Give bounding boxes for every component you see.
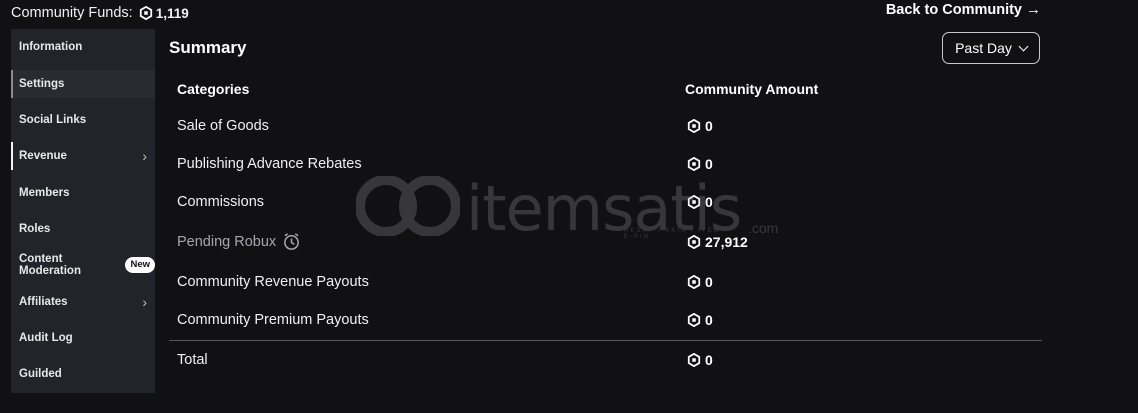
chevron-right-icon: › — [142, 294, 147, 310]
sidebar-item-revenue[interactable]: Revenue › — [11, 142, 155, 170]
robux-icon — [139, 6, 153, 20]
page-title: Summary — [169, 38, 247, 57]
sidebar-item-label: Guilded — [19, 368, 62, 380]
column-header-categories: Categories — [177, 81, 250, 97]
watermark-suffix: .com — [748, 220, 779, 236]
sidebar-item-label: Settings — [19, 78, 65, 90]
sidebar-item-affiliates[interactable]: Affiliates › — [11, 288, 155, 316]
sidebar-item-label: Revenue — [19, 150, 67, 162]
watermark: itemsatis HESAP / SKIN / İTEM / E-PIN .c… — [355, 172, 778, 245]
amount-value: 0 — [705, 312, 713, 328]
row-amount: 0 — [687, 118, 713, 134]
sidebar-item-audit-log[interactable]: Audit Log — [11, 324, 155, 352]
row-amount: 0 — [687, 312, 713, 328]
chevron-right-icon: › — [142, 148, 147, 164]
period-dropdown[interactable]: Past Day — [942, 32, 1040, 64]
clock-icon[interactable] — [282, 232, 301, 251]
sidebar-item-guilded[interactable]: Guilded — [11, 360, 155, 388]
sidebar-item-roles[interactable]: Roles — [11, 215, 155, 243]
row-amount: 0 — [687, 156, 713, 172]
robux-icon — [687, 119, 701, 133]
row-amount: 0 — [687, 274, 713, 290]
sidebar: Information Settings Social Links Revenu… — [11, 29, 155, 393]
robux-icon — [687, 235, 701, 249]
sidebar-item-content-moderation[interactable]: Content Moderation New — [11, 251, 155, 279]
row-amount: 0 — [687, 194, 713, 210]
row-label-sale-of-goods: Sale of Goods — [177, 118, 269, 134]
amount-value: 0 — [705, 118, 713, 134]
arrow-right-icon: → — [1026, 1, 1041, 18]
amount-value: 0 — [705, 274, 713, 290]
robux-icon — [687, 157, 701, 171]
sidebar-item-information[interactable]: Information — [11, 33, 155, 61]
sidebar-item-settings[interactable]: Settings — [11, 70, 155, 98]
chevron-down-icon — [1018, 41, 1029, 52]
new-badge: New — [125, 257, 155, 273]
row-label-total: Total — [177, 352, 208, 368]
sidebar-item-label: Roles — [19, 223, 51, 235]
pending-robux-label: Pending Robux — [177, 233, 277, 250]
amount-value: 0 — [705, 194, 713, 210]
sidebar-item-label: Affiliates — [19, 296, 68, 308]
row-label-pending-robux: Pending Robux — [177, 232, 301, 251]
back-link-label: Back to Community — [885, 1, 1022, 18]
sidebar-item-social-links[interactable]: Social Links — [11, 106, 155, 134]
sidebar-item-label: Information — [19, 41, 83, 53]
row-label-community-revenue-payouts: Community Revenue Payouts — [177, 274, 369, 290]
sidebar-item-label: Social Links — [19, 114, 87, 126]
row-label-publishing-advance-rebates: Publishing Advance Rebates — [177, 156, 362, 172]
table-divider — [169, 340, 1042, 341]
robux-icon — [687, 313, 701, 327]
column-header-amount: Community Amount — [685, 81, 819, 97]
amount-value: 0 — [705, 156, 713, 172]
sidebar-item-label: Members — [19, 187, 70, 199]
funds-value: 1,119 — [155, 5, 189, 21]
row-label-commissions: Commissions — [177, 194, 265, 210]
community-funds: Community Funds: 1,119 — [11, 3, 189, 23]
period-dropdown-value: Past Day — [955, 40, 1012, 56]
robux-icon — [687, 275, 701, 289]
row-label-community-premium-payouts: Community Premium Payouts — [177, 312, 369, 328]
robux-icon — [687, 353, 701, 367]
robux-icon — [687, 195, 701, 209]
back-to-community-link[interactable]: Back to Community → — [886, 1, 1041, 18]
funds-label: Community Funds: — [11, 5, 133, 21]
sidebar-item-members[interactable]: Members — [11, 179, 155, 207]
amount-value: 27,912 — [705, 234, 748, 250]
sidebar-item-label: Content Moderation — [19, 253, 81, 277]
watermark-logo-icon — [355, 175, 461, 241]
total-amount: 0 — [687, 352, 713, 368]
amount-value: 0 — [705, 352, 713, 368]
row-amount: 27,912 — [687, 234, 748, 250]
sidebar-item-label: Audit Log — [19, 332, 73, 344]
